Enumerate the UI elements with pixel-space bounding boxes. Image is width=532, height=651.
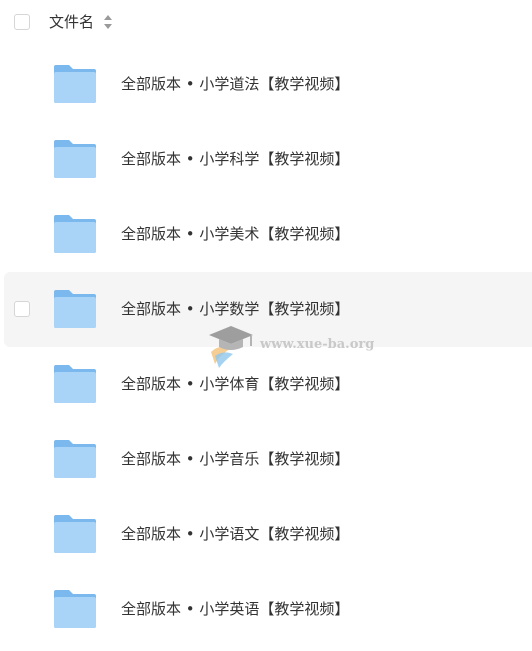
file-list: 全部版本 • 小学道法【教学视频】 全部版本 • 小学科学【教学视频】 全部版本… (0, 47, 532, 647)
file-row[interactable]: 全部版本 • 小学体育【教学视频】 (0, 347, 532, 422)
file-name[interactable]: 全部版本 • 小学科学【教学视频】 (121, 148, 349, 170)
file-name[interactable]: 全部版本 • 小学语文【教学视频】 (121, 523, 349, 545)
folder-icon (54, 590, 96, 628)
sort-icon[interactable] (103, 14, 113, 30)
folder-icon (54, 140, 96, 178)
row-checkbox[interactable] (14, 301, 30, 317)
folder-icon (54, 515, 96, 553)
column-header-filename[interactable]: 文件名 (49, 11, 94, 33)
file-name[interactable]: 全部版本 • 小学体育【教学视频】 (121, 373, 349, 395)
file-row-hovered[interactable]: 全部版本 • 小学数学【教学视频】 (4, 272, 532, 347)
file-row[interactable]: 全部版本 • 小学语文【教学视频】 (0, 497, 532, 572)
folder-icon (54, 65, 96, 103)
file-name[interactable]: 全部版本 • 小学道法【教学视频】 (121, 73, 349, 95)
file-name[interactable]: 全部版本 • 小学美术【教学视频】 (121, 223, 349, 245)
file-list-header: 文件名 (0, 0, 532, 44)
folder-icon (54, 440, 96, 478)
file-row[interactable]: 全部版本 • 小学英语【教学视频】 (0, 572, 532, 647)
folder-icon (54, 365, 96, 403)
file-row[interactable]: 全部版本 • 小学科学【教学视频】 (0, 122, 532, 197)
file-row[interactable]: 全部版本 • 小学音乐【教学视频】 (0, 422, 532, 497)
file-name[interactable]: 全部版本 • 小学数学【教学视频】 (121, 298, 349, 320)
select-all-checkbox[interactable] (14, 14, 30, 30)
file-name[interactable]: 全部版本 • 小学音乐【教学视频】 (121, 448, 349, 470)
folder-icon (54, 290, 96, 328)
file-row[interactable]: 全部版本 • 小学道法【教学视频】 (0, 47, 532, 122)
file-name[interactable]: 全部版本 • 小学英语【教学视频】 (121, 598, 349, 620)
file-row[interactable]: 全部版本 • 小学美术【教学视频】 (0, 197, 532, 272)
folder-icon (54, 215, 96, 253)
